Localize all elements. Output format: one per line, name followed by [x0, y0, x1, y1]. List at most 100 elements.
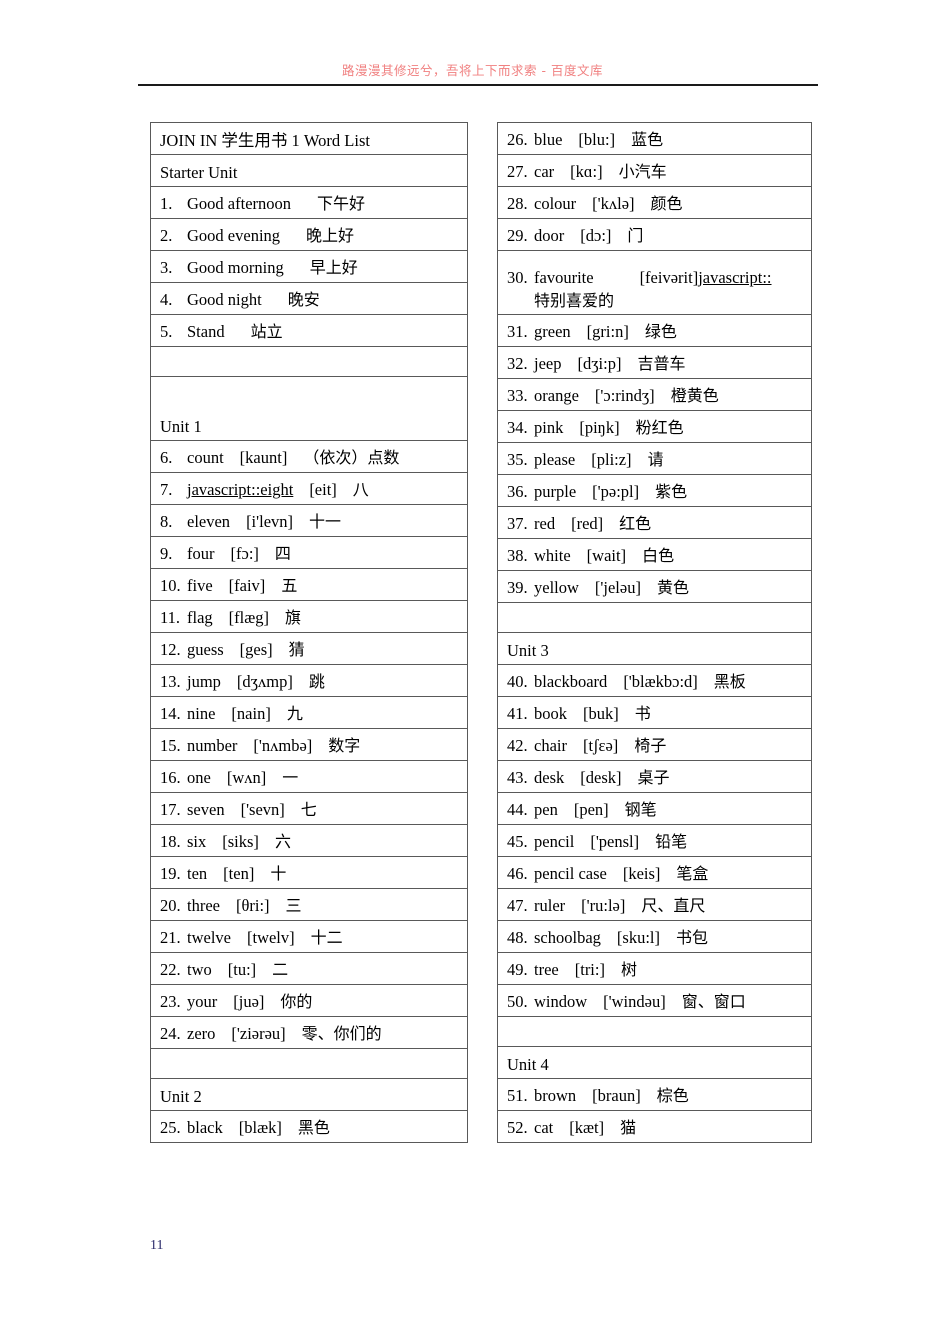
word-entry-cell: 8. eleven [i'levn] 十一 — [150, 504, 468, 537]
entry-line: 4. Good night 晚安 — [160, 290, 467, 314]
entry-pronunciation: [dʒʌmp] — [236, 672, 293, 692]
word-entry-row: 12. guess [ges] 猜 — [150, 632, 468, 665]
word-entry-row: 22. two [tu:] 二 — [150, 952, 468, 985]
word-entry-row: 29. door [dɔ:] 门 — [497, 218, 812, 251]
entry-number: 17. — [160, 800, 181, 820]
entry-word: count — [187, 448, 224, 468]
entry-pronunciation: [red] — [571, 514, 604, 534]
word-entry-row: 49. tree [tri:] 树 — [497, 952, 812, 985]
entry-word: six — [187, 832, 207, 852]
entry-number: 34. — [507, 418, 528, 438]
entry-translation: 树 — [620, 960, 637, 980]
entry-word: four — [187, 544, 215, 564]
entry-translation: 站立 — [250, 322, 283, 342]
entry-number: 1. — [160, 194, 173, 214]
entry-line-translation: 特别喜爱的 — [507, 291, 811, 314]
entry-pronunciation: [piŋk] — [579, 418, 620, 438]
entry-word: your — [187, 992, 218, 1012]
entry-number: 3. — [160, 258, 173, 278]
entry-word: ten — [187, 864, 208, 884]
entry-pronunciation: [desk] — [580, 768, 622, 788]
entry-number: 8. — [160, 512, 173, 532]
entry-line: 11. flag [flæg] 旗 — [160, 608, 467, 632]
entry-pronunciation: ['blækbɔ:d] — [623, 672, 698, 692]
word-entry-cell: 42. chair [tʃɛə] 椅子 — [497, 728, 812, 761]
entry-pronunciation: [dʒi:p] — [577, 354, 622, 374]
entry-translation: 白色 — [642, 546, 675, 566]
word-entry-row: 7. javascript::eight [eit] 八 — [150, 472, 468, 505]
spacer-row — [150, 346, 468, 377]
word-entry-cell: 25. black [blæk] 黑色 — [150, 1110, 468, 1143]
entry-number: 35. — [507, 450, 528, 470]
word-list-body-right: 26. blue [blu:] 蓝色 27. car [kɑ:] 小汽车 28. colour ['… — [497, 122, 812, 1143]
unit-heading-text: Unit 2 — [160, 1086, 202, 1106]
entry-word: purple — [534, 482, 577, 502]
entry-pronunciation: [blæk] — [238, 1118, 282, 1138]
word-entry-row: 1. Good afternoon 下午好 — [150, 186, 468, 219]
word-entry-cell: 50. window ['windəu] 窗、窗口 — [497, 984, 812, 1017]
entry-line: 2. Good evening 晚上好 — [160, 226, 467, 250]
entry-word: door — [534, 226, 565, 246]
word-entry-row: 41. book [buk] 书 — [497, 696, 812, 729]
entry-translation: 书 — [634, 704, 651, 724]
entry-line: 26. blue [blu:] 蓝色 — [507, 130, 811, 154]
entry-line: 15. number ['nʌmbə] 数字 — [160, 736, 467, 760]
entry-translation: 十一 — [309, 512, 342, 532]
word-entry-row: 47. ruler ['ru:lə] 尺、直尺 — [497, 888, 812, 921]
entry-word: blackboard — [534, 672, 608, 692]
word-entry-row: 44. pen [pen] 钢笔 — [497, 792, 812, 825]
word-entry-cell: 2. Good evening 晚上好 — [150, 218, 468, 251]
entry-pronunciation: [siks] — [222, 832, 259, 852]
header-divider — [138, 84, 818, 86]
word-entry-row: 48. schoolbag [sku:l] 书包 — [497, 920, 812, 953]
entry-word: pen — [534, 800, 558, 820]
word-entry-cell: 15. number ['nʌmbə] 数字 — [150, 728, 468, 761]
entry-translation: 棕色 — [656, 1086, 689, 1106]
entry-pronunciation: [braun] — [592, 1086, 641, 1106]
entry-line: 8. eleven [i'levn] 十一 — [160, 512, 467, 536]
word-entry-cell: 14. nine [nain] 九 — [150, 696, 468, 729]
entry-word: guess — [187, 640, 224, 660]
word-entry-cell: 46. pencil case [keis] 笔盒 — [497, 856, 812, 889]
entry-word: flag — [187, 608, 213, 628]
entry-word: cat — [534, 1118, 554, 1138]
unit-heading-text: Unit 3 — [507, 640, 549, 660]
entry-line: 18. six [siks] 六 — [160, 832, 467, 856]
entry-word: blue — [534, 130, 563, 150]
entry-translation: 晚上好 — [306, 226, 355, 246]
entry-word: brown — [534, 1086, 577, 1106]
entry-translation: 九 — [286, 704, 303, 724]
entry-line: 1. Good afternoon 下午好 — [160, 194, 467, 218]
entry-pronunciation: [θri:] — [235, 896, 270, 916]
word-entry-row: 4. Good night 晚安 — [150, 282, 468, 315]
spacer-row — [497, 1016, 812, 1047]
entry-number: 45. — [507, 832, 528, 852]
entry-number: 49. — [507, 960, 528, 980]
entry-translation: 请 — [647, 450, 664, 470]
entry-number: 15. — [160, 736, 181, 756]
entry-translation: 桌子 — [637, 768, 670, 788]
word-entry-cell: 40. blackboard ['blækbɔ:d] 黑板 — [497, 664, 812, 697]
entry-number: 7. — [160, 480, 173, 500]
entry-pronunciation: [tu:] — [227, 960, 257, 980]
entry-number: 10. — [160, 576, 181, 596]
entry-word: please — [534, 450, 576, 470]
spacer-row — [150, 1048, 468, 1079]
unit-heading-row: Unit 4 — [497, 1046, 812, 1079]
entry-translation: 七 — [300, 800, 317, 820]
entry-pronunciation: ['jeləu] — [594, 578, 641, 598]
entry-translation: 黑色 — [297, 1118, 330, 1138]
word-entry-cell: 4. Good night 晚安 — [150, 282, 468, 315]
unit-heading-cell: Unit 4 — [497, 1046, 812, 1079]
word-entry-row: 39. yellow ['jeləu] 黄色 — [497, 570, 812, 603]
entry-pronunciation: [twelv] — [246, 928, 295, 948]
unit-heading-row: Unit 2 — [150, 1078, 468, 1111]
spacer-cell — [497, 602, 812, 633]
entry-translation: 橙黄色 — [670, 386, 719, 406]
entry-word: zero — [187, 1024, 216, 1044]
entry-number: 46. — [507, 864, 528, 884]
entry-translation: 你的 — [280, 992, 313, 1012]
entry-pronunciation: [pen] — [573, 800, 609, 820]
entry-pronunciation: [sku:l] — [616, 928, 660, 948]
entry-artifact-text: javascript:: — [698, 267, 772, 287]
